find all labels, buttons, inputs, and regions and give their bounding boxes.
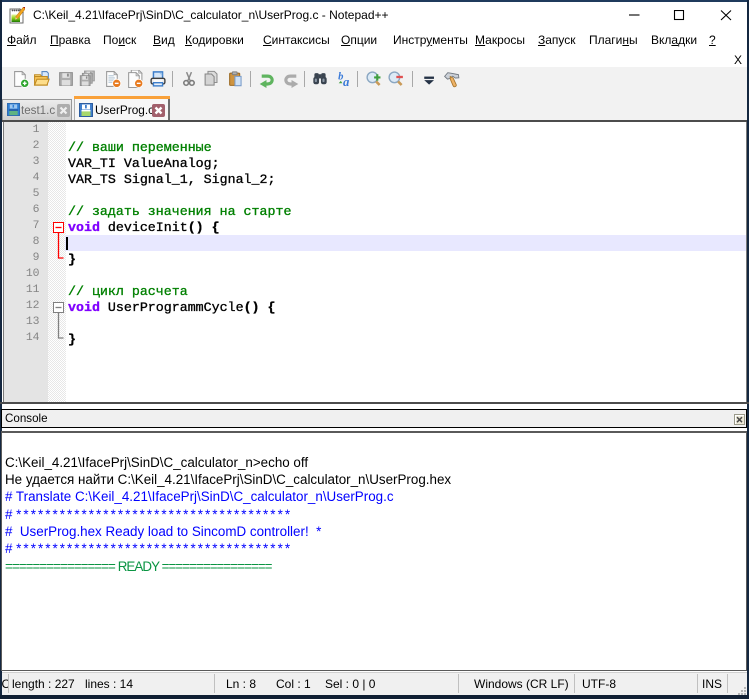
svg-text:a: a [343, 75, 350, 88]
